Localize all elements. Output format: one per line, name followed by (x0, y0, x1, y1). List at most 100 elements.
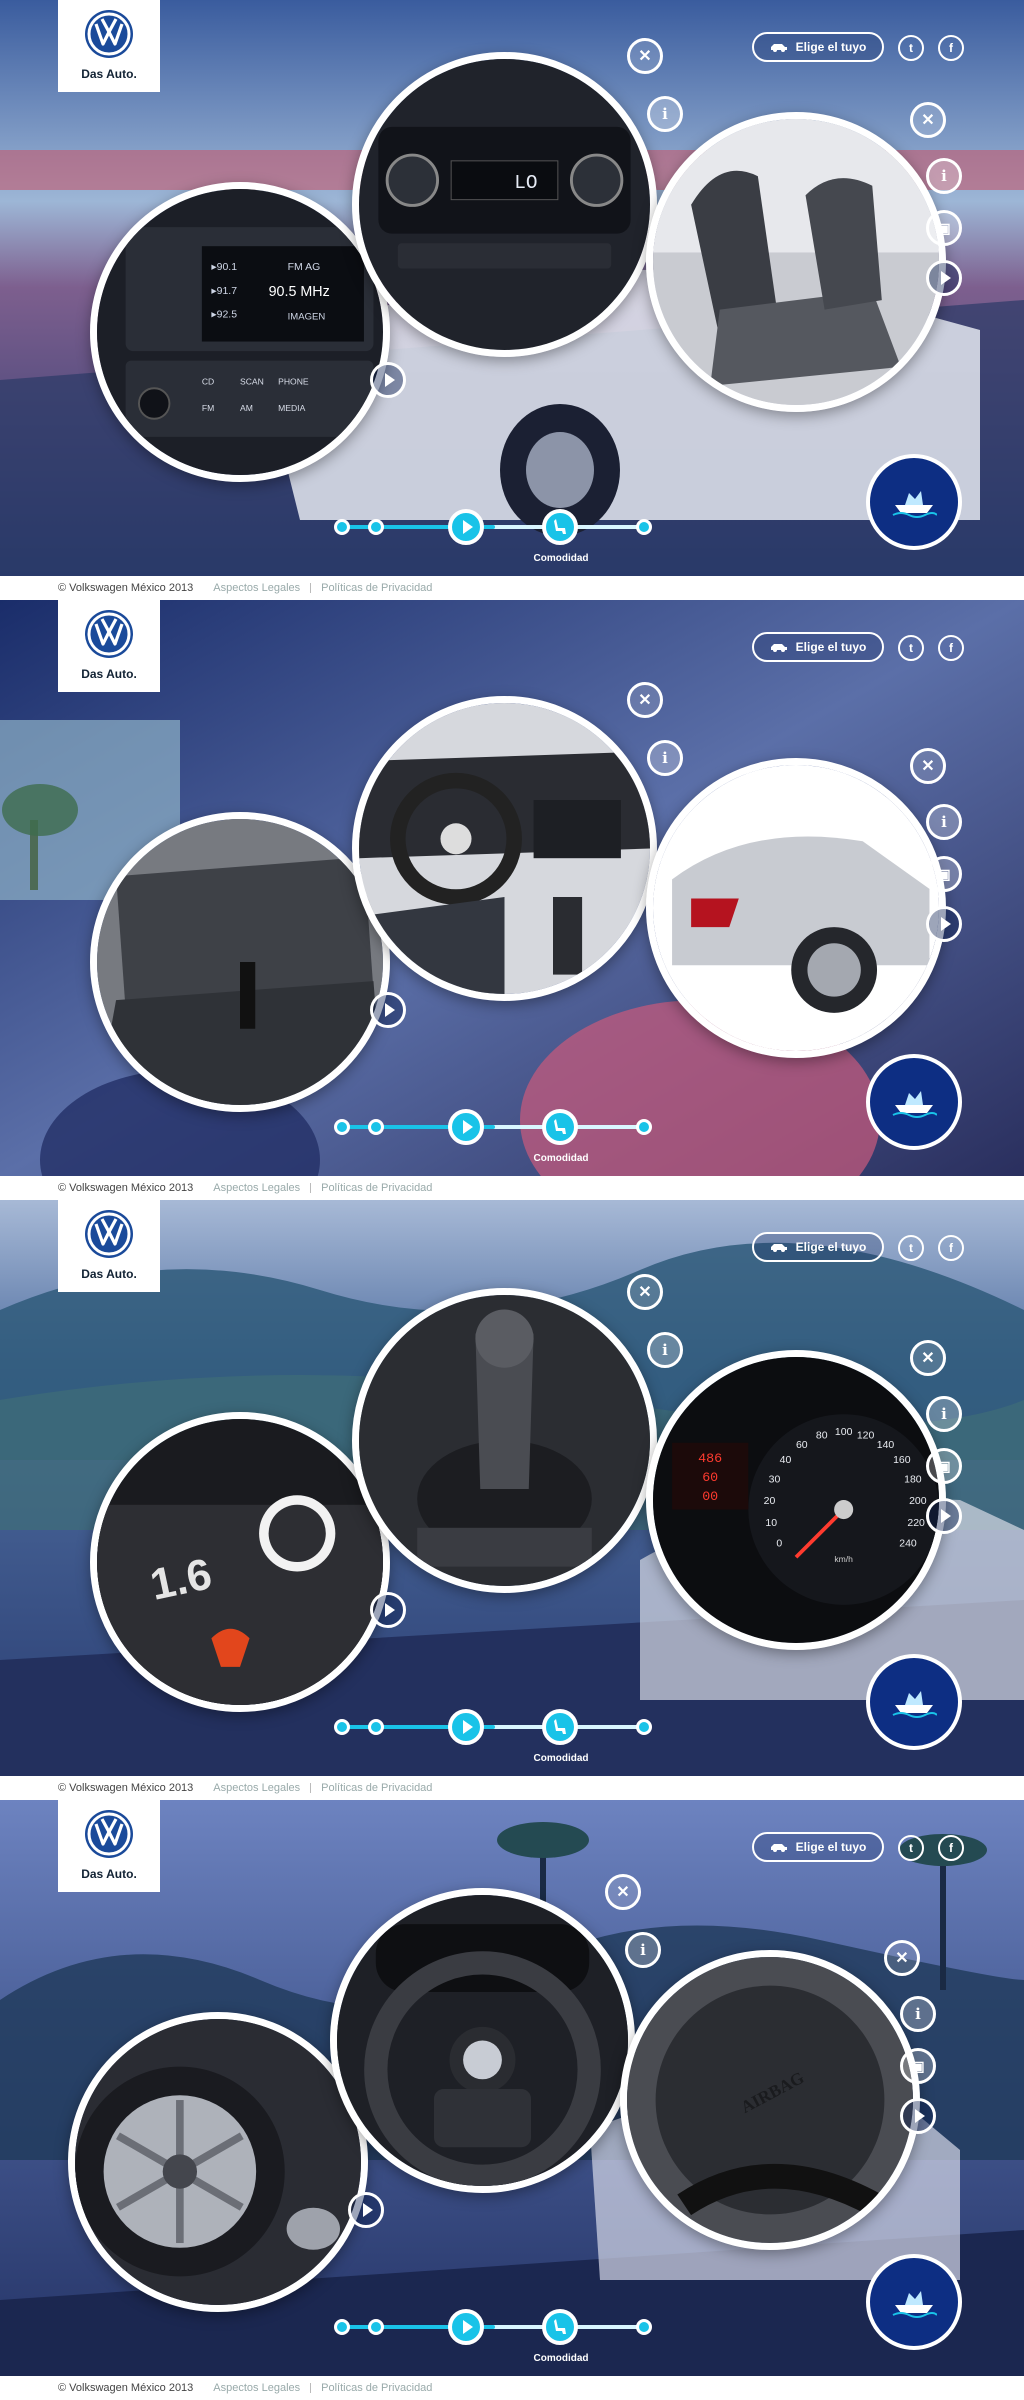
speedometer-photo[interactable]: 0 10 20 30 40 60 80 100 120 140 160 180 200 220 240 km/… (646, 1350, 946, 1650)
timeline-dot[interactable] (636, 2319, 652, 2335)
timeline-dot[interactable] (368, 2319, 384, 2335)
info-icon[interactable]: i (625, 1932, 661, 1968)
facebook-icon[interactable]: f (938, 635, 964, 661)
legal-link[interactable]: Aspectos Legales (213, 1182, 300, 1194)
camera-icon[interactable]: ▣ (926, 856, 962, 892)
footer: © Volkswagen México 2013 Aspectos Legale… (0, 1176, 1024, 1200)
boat-menu-button[interactable] (866, 1054, 962, 1150)
info-icon[interactable]: i (900, 1996, 936, 2032)
play-icon[interactable] (926, 260, 962, 296)
vw-logo[interactable]: Das Auto. (58, 1200, 160, 1292)
privacy-link[interactable]: Políticas de Privacidad (321, 1182, 432, 1194)
timeline-dot[interactable] (334, 1119, 350, 1135)
close-icon[interactable]: ✕ (627, 682, 663, 718)
svg-text:40: 40 (780, 1455, 792, 1466)
timeline-dot[interactable] (334, 519, 350, 535)
timeline-play-button[interactable] (448, 2309, 484, 2345)
timeline-dot[interactable] (368, 519, 384, 535)
rear-seats-photo[interactable] (90, 812, 390, 1112)
vw-logo[interactable]: Das Auto. (58, 600, 160, 692)
legal-link[interactable]: Aspectos Legales (213, 2382, 300, 2394)
play-icon[interactable] (926, 906, 962, 942)
play-icon[interactable] (348, 2192, 384, 2228)
timeline-play-button[interactable] (448, 1709, 484, 1745)
car-icon (770, 1244, 787, 1252)
choose-yours-button[interactable]: Elige el tuyo (752, 32, 884, 62)
engine-1.6-photo[interactable]: 1.6 (90, 1412, 390, 1712)
ac-controls-photo[interactable]: LO (352, 52, 657, 357)
copyright: © Volkswagen México 2013 (58, 582, 194, 594)
timeline-play-button[interactable] (448, 509, 484, 545)
privacy-link[interactable]: Políticas de Privacidad (321, 2382, 432, 2394)
info-icon[interactable]: i (647, 740, 683, 776)
privacy-link[interactable]: Políticas de Privacidad (321, 1782, 432, 1794)
radio-console-photo[interactable]: ▸90.1 ▸91.7 ▸92.5 FM AG 90.5 MHz IMAGEN … (90, 182, 390, 482)
timeline-dot[interactable] (334, 2319, 350, 2335)
paper-boat-icon (892, 491, 937, 518)
play-icon[interactable] (926, 1498, 962, 1534)
airbag-photo[interactable]: AIRBAG (620, 1950, 920, 2250)
boat-menu-button[interactable] (866, 1654, 962, 1750)
close-icon[interactable]: ✕ (627, 1274, 663, 1310)
twitter-icon[interactable]: t (898, 35, 924, 61)
legal-link[interactable]: Aspectos Legales (213, 582, 300, 594)
close-icon[interactable]: ✕ (884, 1940, 920, 1976)
twitter-icon[interactable]: t (898, 1835, 924, 1861)
comfort-seat-button[interactable] (542, 1109, 578, 1145)
close-icon[interactable]: ✕ (627, 38, 663, 74)
choose-yours-button[interactable]: Elige el tuyo (752, 632, 884, 662)
timeline-dot[interactable] (368, 1119, 384, 1135)
info-icon[interactable]: i (926, 804, 962, 840)
twitter-icon[interactable]: t (898, 1235, 924, 1261)
legal-link[interactable]: Aspectos Legales (213, 1782, 300, 1794)
privacy-link[interactable]: Políticas de Privacidad (321, 582, 432, 594)
info-icon[interactable]: i (647, 96, 683, 132)
gear-shifter-photo[interactable] (352, 1288, 657, 1593)
dashboard-photo[interactable] (352, 696, 657, 1001)
close-icon[interactable]: ✕ (910, 102, 946, 138)
boat-menu-button[interactable] (866, 454, 962, 550)
comfort-seat-button[interactable] (542, 1709, 578, 1745)
close-icon[interactable]: ✕ (605, 1874, 641, 1910)
info-icon[interactable]: i (926, 158, 962, 194)
close-icon[interactable]: ✕ (910, 748, 946, 784)
boat-menu-button[interactable] (866, 2254, 962, 2350)
info-icon[interactable]: i (926, 1396, 962, 1432)
copyright: © Volkswagen México 2013 (58, 1782, 194, 1794)
camera-icon[interactable]: ▣ (926, 1448, 962, 1484)
facebook-icon[interactable]: f (938, 1235, 964, 1261)
rear-exterior-photo[interactable] (646, 758, 946, 1058)
comfort-seat-button[interactable] (542, 509, 578, 545)
camera-icon[interactable]: ▣ (926, 210, 962, 246)
timeline-dot[interactable] (636, 1719, 652, 1735)
vw-logo[interactable]: Das Auto. (58, 1800, 160, 1892)
timeline-dot[interactable] (334, 1719, 350, 1735)
timeline-dot[interactable] (636, 1119, 652, 1135)
steering-wheel-photo[interactable] (330, 1888, 635, 2193)
play-icon[interactable] (900, 2098, 936, 2134)
facebook-icon[interactable]: f (938, 1835, 964, 1861)
info-icon[interactable]: i (647, 1332, 683, 1368)
timeline-play-button[interactable] (448, 1109, 484, 1145)
choose-yours-button[interactable]: Elige el tuyo (752, 1832, 884, 1862)
comfort-seat-button[interactable] (542, 2309, 578, 2345)
vw-logo[interactable]: Das Auto. (58, 0, 160, 92)
svg-text:100: 100 (835, 1427, 853, 1438)
camera-icon[interactable]: ▣ (900, 2048, 936, 2084)
front-seats-photo[interactable] (646, 112, 946, 412)
svg-text:MEDIA: MEDIA (278, 403, 305, 413)
twitter-icon[interactable]: t (898, 635, 924, 661)
play-icon[interactable] (370, 1592, 406, 1628)
wheel-photo[interactable] (68, 2012, 368, 2312)
timeline-dot[interactable] (368, 1719, 384, 1735)
choose-yours-button[interactable]: Elige el tuyo (752, 1232, 884, 1262)
play-icon[interactable] (370, 362, 406, 398)
close-icon[interactable]: ✕ (910, 1340, 946, 1376)
footer-divider (310, 2383, 312, 2393)
play-icon[interactable] (370, 992, 406, 1028)
timeline: Comodidad (328, 1702, 654, 1764)
car-icon (770, 644, 787, 652)
facebook-icon[interactable]: f (938, 35, 964, 61)
svg-text:0: 0 (776, 1539, 782, 1550)
timeline-dot[interactable] (636, 519, 652, 535)
